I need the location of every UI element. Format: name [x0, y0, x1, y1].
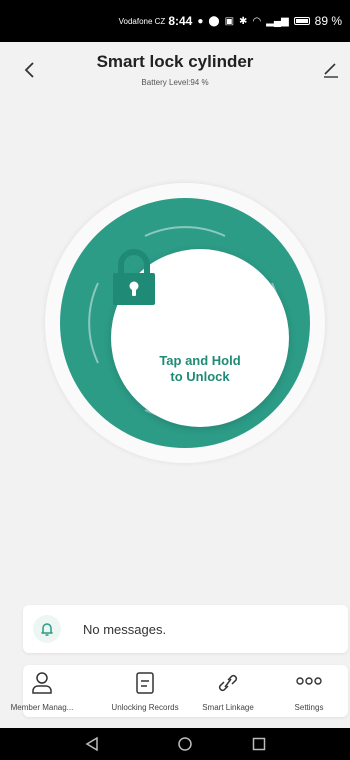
- notification-icon: ●: [197, 15, 204, 27]
- unlock-instruction-line1: Tap and Hold: [159, 353, 241, 368]
- battery-percent: 89 %: [314, 14, 342, 28]
- unlock-instruction: Tap and Hold to Unlock: [111, 353, 289, 385]
- page-title: Smart lock cylinder: [96, 52, 254, 71]
- status-time: 8:44: [168, 14, 193, 28]
- header: Smart lock cylinder Battery Level:94 %: [0, 42, 350, 98]
- system-nav-bar: [0, 728, 350, 760]
- status-bar: Vodafone CZ 8:44 ● ⬤ ▣ ✱ ◠ ▂▄▆ 89 %: [0, 0, 350, 42]
- nav-label: Member Manag...: [10, 703, 74, 712]
- carrier-label: Vodafone CZ: [118, 16, 166, 26]
- bottom-nav: Member Manag... Unlocking Records Smart …: [11, 665, 348, 717]
- pencil-icon: [324, 63, 338, 78]
- unlock-button[interactable]: Tap and Hold to Unlock: [111, 249, 289, 427]
- recents-square-icon[interactable]: [252, 737, 266, 751]
- wifi-icon: ◠: [252, 15, 262, 27]
- lock-control: Tap and Hold to Unlock: [45, 183, 325, 463]
- nav-member-management[interactable]: Member Manag...: [1, 665, 83, 717]
- battery-level-label: Battery Level:94 %: [141, 78, 209, 87]
- back-triangle-icon[interactable]: [85, 737, 99, 751]
- bluetooth-icon: ✱: [239, 15, 248, 27]
- nav-smart-linkage[interactable]: Smart Linkage: [191, 665, 265, 717]
- battery-icon: [293, 17, 310, 25]
- records-icon: [136, 672, 154, 694]
- nav-label: Settings: [294, 703, 324, 712]
- person-icon: [32, 672, 52, 694]
- edit-button[interactable]: [320, 58, 342, 80]
- messages-text: No messages.: [83, 622, 167, 637]
- signal-icon: ▂▄▆: [266, 15, 289, 27]
- nfc-icon: ▣: [224, 15, 235, 27]
- bell-icon: [41, 623, 53, 636]
- more-icon: [296, 677, 322, 685]
- messages-bar[interactable]: No messages.: [23, 605, 348, 653]
- nav-settings[interactable]: Settings: [275, 665, 343, 717]
- home-circle-icon[interactable]: [178, 737, 192, 751]
- lock-ring: Tap and Hold to Unlock: [60, 198, 310, 448]
- nav-label: Unlocking Records: [111, 703, 179, 712]
- bell-badge: [33, 615, 61, 643]
- unlock-instruction-line2: to Unlock: [170, 369, 230, 384]
- location-icon: ⬤: [208, 15, 220, 27]
- nav-unlocking-records[interactable]: Unlocking Records: [103, 665, 187, 717]
- nav-label: Smart Linkage: [202, 703, 254, 712]
- link-icon: [218, 674, 238, 692]
- padlock-icon: [113, 249, 155, 305]
